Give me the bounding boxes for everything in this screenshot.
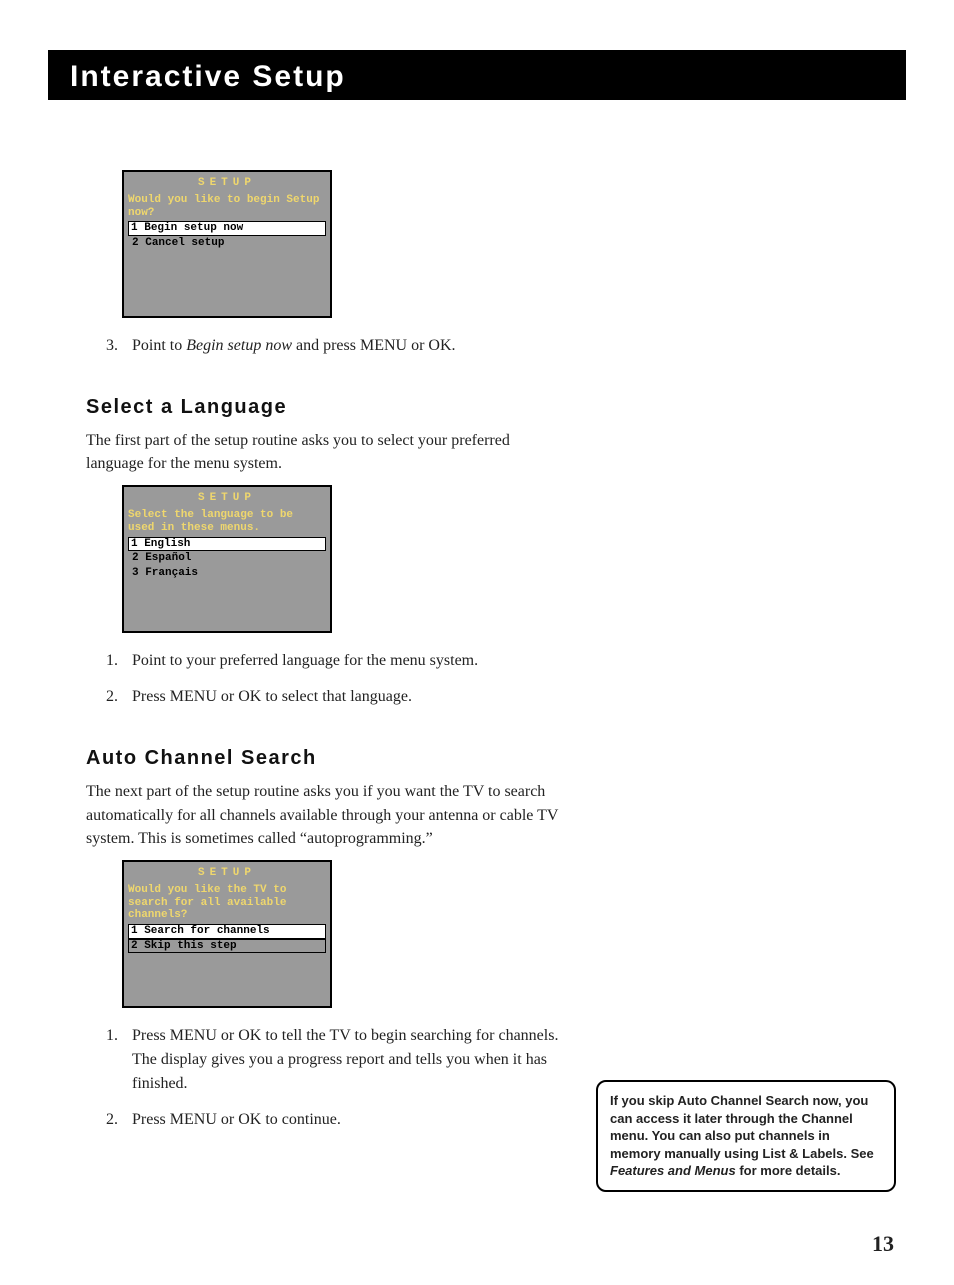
osd-prompt: Would you like to begin Setup now? [126,194,328,221]
osd-title: SETUP [126,489,328,509]
osd-title: SETUP [126,174,328,194]
lang-body: The first part of the setup routine asks… [86,429,560,475]
osd-option-cancel: 2 Cancel setup [129,236,325,251]
osd-option-english: 1 English [128,537,326,552]
osd-auto-search: SETUP Would you like the TV to search fo… [122,860,332,1008]
auto-body: The next part of the setup routine asks … [86,780,560,850]
lang-steps: Point to your preferred language for the… [86,649,560,709]
auto-steps: Press MENU or OK to tell the TV to begin… [86,1024,560,1132]
osd-option-search: 1 Search for channels [128,924,326,939]
sidebar-note: If you skip Auto Channel Search now, you… [596,1080,896,1192]
step-begin-3: Point to Begin setup now and press MENU … [122,334,560,358]
osd-option-francais: 3 Français [129,566,325,581]
lang-step-1: Point to your preferred language for the… [122,649,560,673]
osd-prompt: Select the language to be used in these … [126,509,328,536]
heading-auto-channel: Auto Channel Search [86,747,560,770]
lang-step-2: Press MENU or OK to select that language… [122,685,560,709]
osd-prompt: Would you like the TV to search for all … [126,884,328,924]
page-header: Interactive Setup [48,50,906,100]
auto-step-2: Press MENU or OK to continue. [122,1108,560,1132]
osd-title: SETUP [126,864,328,884]
osd-option-begin: 1 Begin setup now [128,221,326,236]
page-title: Interactive Setup [70,60,884,94]
osd-language: SETUP Select the language to be used in … [122,485,332,633]
auto-step-1: Press MENU or OK to tell the TV to begin… [122,1024,560,1096]
osd-option-skip: 2 Skip this step [128,939,326,954]
heading-select-language: Select a Language [86,396,560,419]
begin-steps: Point to Begin setup now and press MENU … [86,334,560,358]
osd-begin-setup: SETUP Would you like to begin Setup now?… [122,170,332,318]
main-column: SETUP Would you like to begin Setup now?… [0,100,560,1132]
osd-option-espanol: 2 Español [129,551,325,566]
